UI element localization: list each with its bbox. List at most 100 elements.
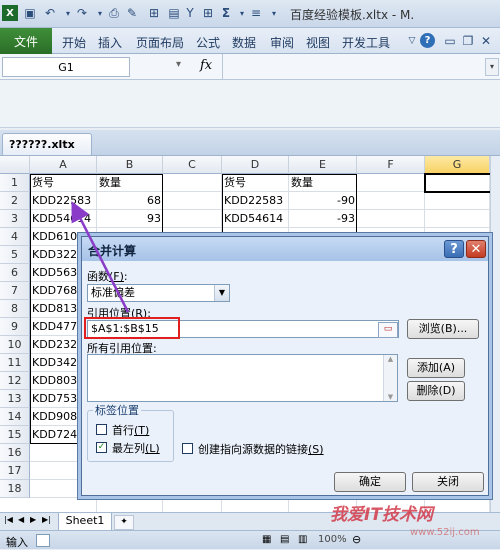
save-icon[interactable]: ▣ [22, 5, 38, 21]
consolidate-dialog: 合并计算 ? ✕ 函数(F): 标准偏差 ▼ 引用位置(R): $A$1:$B$1… [81, 236, 489, 496]
row-header[interactable]: 10 [0, 336, 30, 354]
help-icon[interactable]: ? [420, 33, 435, 48]
row-header[interactable]: 7 [0, 282, 30, 300]
column-header-d[interactable]: D [222, 156, 289, 174]
first-sheet-icon[interactable]: |◀ [4, 515, 13, 524]
chevron-down-icon[interactable]: ▼ [214, 285, 229, 301]
undo-icon[interactable]: ↶ [42, 5, 58, 21]
create-link-checkbox[interactable] [182, 443, 193, 454]
tab-page-layout[interactable]: 页面布局 [136, 34, 184, 51]
browse-button[interactable]: 浏览(B)... [407, 319, 479, 339]
row-header[interactable]: 1 [0, 174, 30, 192]
first-row-checkbox[interactable] [96, 424, 107, 435]
scroll-down-icon[interactable]: ▼ [384, 393, 397, 401]
window-title: 百度经验模板.xltx - M. [290, 8, 415, 22]
watermark: 我爱IT技术网 [330, 505, 433, 525]
sheet-tab-sheet1[interactable]: Sheet1 [58, 513, 112, 531]
row-header[interactable]: 18 [0, 480, 30, 498]
row-header[interactable]: 17 [0, 462, 30, 480]
row-header[interactable]: 15 [0, 426, 30, 444]
page-break-view-icon[interactable]: ▥ [298, 534, 307, 545]
dialog-help-button[interactable]: ? [444, 240, 464, 258]
autosum-icon[interactable]: Σ [218, 5, 234, 21]
ok-button[interactable]: 确定 [334, 472, 406, 492]
left-column-checkbox[interactable]: ✓ [96, 442, 107, 453]
column-header-g[interactable]: G [425, 156, 490, 174]
row-header[interactable]: 4 [0, 228, 30, 246]
vertical-scrollbar[interactable] [490, 156, 500, 512]
scroll-up-icon[interactable]: ▲ [384, 355, 397, 363]
prev-sheet-icon[interactable]: ◀ [18, 515, 24, 524]
new-sheet-icon[interactable]: ✦ [114, 515, 134, 530]
minimize-ribbon-icon[interactable]: ▽ [404, 33, 420, 49]
page-layout-view-icon[interactable]: ▤ [280, 534, 289, 545]
redo-icon[interactable]: ↷ [74, 5, 90, 21]
last-sheet-icon[interactable]: ▶| [42, 515, 51, 524]
selected-cell-g1[interactable] [424, 173, 490, 193]
macro-record-icon[interactable] [36, 534, 50, 547]
row-header[interactable]: 12 [0, 372, 30, 390]
select-all-corner[interactable] [0, 156, 30, 174]
row-header[interactable]: 8 [0, 300, 30, 318]
window-restore-icon[interactable]: ❐ [460, 33, 476, 49]
tab-review[interactable]: 审阅 [270, 34, 294, 51]
tab-insert[interactable]: 插入 [98, 34, 122, 51]
workbook-tab-bar: ??????.xltx [0, 130, 500, 156]
tab-file[interactable]: 文件 [0, 28, 52, 54]
workbook-tab[interactable]: ??????.xltx [2, 133, 92, 155]
function-label: 函数(F): [87, 270, 128, 283]
excel-logo-icon[interactable]: X [2, 5, 18, 21]
next-sheet-icon[interactable]: ▶ [30, 515, 36, 524]
align-icon[interactable]: ≡ [248, 5, 264, 21]
first-row-label: 首行(T) [112, 424, 150, 437]
row-header[interactable]: 9 [0, 318, 30, 336]
column-header-f[interactable]: F [357, 156, 425, 174]
row-header[interactable]: 6 [0, 264, 30, 282]
window-close-icon[interactable]: ✕ [478, 33, 494, 49]
row-header[interactable]: 16 [0, 444, 30, 462]
normal-view-icon[interactable]: ▦ [262, 534, 271, 545]
border-icon[interactable]: ⊞ [200, 5, 216, 21]
name-box[interactable]: G1 [2, 57, 130, 77]
function-select[interactable]: 标准偏差 ▼ [87, 284, 230, 302]
highlight-box [84, 317, 180, 339]
zoom-level[interactable]: 100% [318, 534, 347, 545]
column-header-c[interactable]: C [163, 156, 222, 174]
row-header[interactable]: 13 [0, 390, 30, 408]
customize-dropdown-icon[interactable]: ▾ [266, 5, 282, 21]
dialog-close-button[interactable]: ✕ [466, 240, 486, 258]
column-header-e[interactable]: E [289, 156, 357, 174]
filter-icon[interactable]: Y [182, 5, 198, 21]
left-column-label: 最左列(L) [112, 442, 160, 455]
list-scrollbar[interactable]: ▲ ▼ [383, 355, 397, 401]
format-painter-icon[interactable]: ✎ [124, 5, 140, 21]
collapse-dialog-icon[interactable]: ▭ [378, 322, 398, 338]
delete-button[interactable]: 删除(D) [407, 381, 465, 401]
row-header[interactable]: 11 [0, 354, 30, 372]
dialog-title-bar[interactable]: 合并计算 ? ✕ [82, 237, 488, 261]
tab-developer[interactable]: 开发工具 [342, 34, 390, 51]
close-dialog-button[interactable]: 关闭 [412, 472, 484, 492]
namebox-dropdown-icon[interactable]: ▾ [176, 59, 181, 70]
paste-icon[interactable]: ▤ [166, 5, 182, 21]
table-icon[interactable]: ⊞ [146, 5, 162, 21]
expand-formula-bar-icon[interactable]: ▾ [485, 58, 499, 76]
zoom-out-icon[interactable]: ⊖ [352, 533, 361, 546]
column-header-a[interactable]: A [30, 156, 97, 174]
ribbon-collapsed-area [0, 80, 500, 128]
formula-separator [222, 54, 223, 80]
insert-function-icon[interactable]: fx [200, 58, 212, 73]
row-header[interactable]: 14 [0, 408, 30, 426]
all-references-list[interactable]: ▲ ▼ [87, 354, 398, 402]
tab-view[interactable]: 视图 [306, 34, 330, 51]
row-header[interactable]: 5 [0, 246, 30, 264]
row-header[interactable]: 3 [0, 210, 30, 228]
tab-home[interactable]: 开始 [62, 34, 86, 51]
row-header[interactable]: 2 [0, 192, 30, 210]
window-minimize-icon[interactable]: ▭ [442, 33, 458, 49]
tab-formulas[interactable]: 公式 [196, 34, 220, 51]
tab-data[interactable]: 数据 [232, 34, 256, 51]
column-header-b[interactable]: B [97, 156, 163, 174]
add-button[interactable]: 添加(A) [407, 358, 465, 378]
print-preview-icon[interactable]: ⎙ [106, 5, 122, 21]
